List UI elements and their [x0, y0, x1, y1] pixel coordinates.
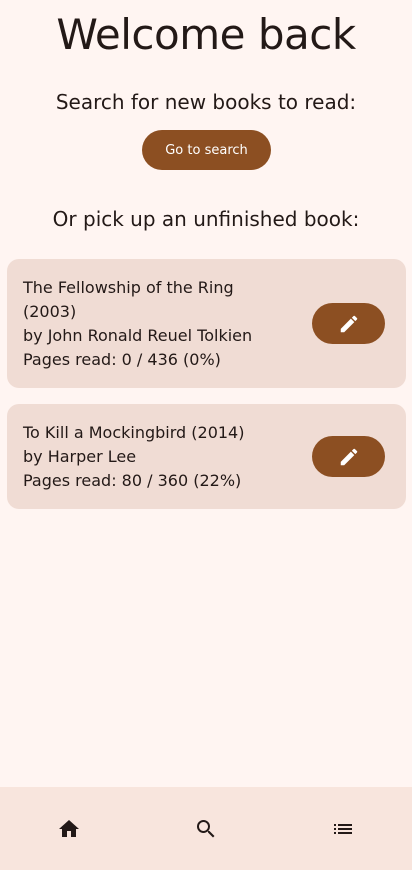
book-list: The Fellowship of the Ring (2003) by Joh… — [7, 259, 406, 525]
book-card: The Fellowship of the Ring (2003) by Joh… — [7, 259, 406, 388]
nav-search[interactable] — [145, 787, 267, 870]
book-progress: Pages read: 0 / 436 (0%) — [23, 349, 221, 369]
search-icon — [196, 819, 215, 837]
edit-book-button[interactable] — [312, 303, 385, 344]
search-prompt: Search for new books to read: — [55, 90, 357, 114]
home-icon — [58, 819, 79, 837]
pencil-icon — [340, 448, 357, 465]
bottom-nav — [0, 787, 412, 870]
page-title: Welcome back — [56, 10, 356, 59]
book-info: The Fellowship of the Ring (2003) by Joh… — [23, 276, 273, 372]
pencil-icon — [340, 315, 357, 332]
list-icon — [334, 823, 353, 834]
nav-list[interactable] — [282, 787, 404, 870]
nav-home[interactable] — [8, 787, 130, 870]
book-info: To Kill a Mockingbird (2014) by Harper L… — [23, 421, 273, 493]
unfinished-prompt: Or pick up an unfinished book: — [52, 207, 360, 231]
book-author: by Harper Lee — [23, 446, 137, 466]
book-card: To Kill a Mockingbird (2014) by Harper L… — [7, 404, 406, 509]
edit-book-button[interactable] — [312, 436, 385, 477]
book-title: To Kill a Mockingbird (2014) — [23, 422, 245, 442]
book-title: The Fellowship of the Ring (2003) — [23, 277, 234, 321]
book-progress: Pages read: 80 / 360 (22%) — [23, 470, 242, 490]
go-to-search-button[interactable]: Go to search — [142, 130, 271, 170]
book-author: by John Ronald Reuel Tolkien — [23, 325, 253, 345]
